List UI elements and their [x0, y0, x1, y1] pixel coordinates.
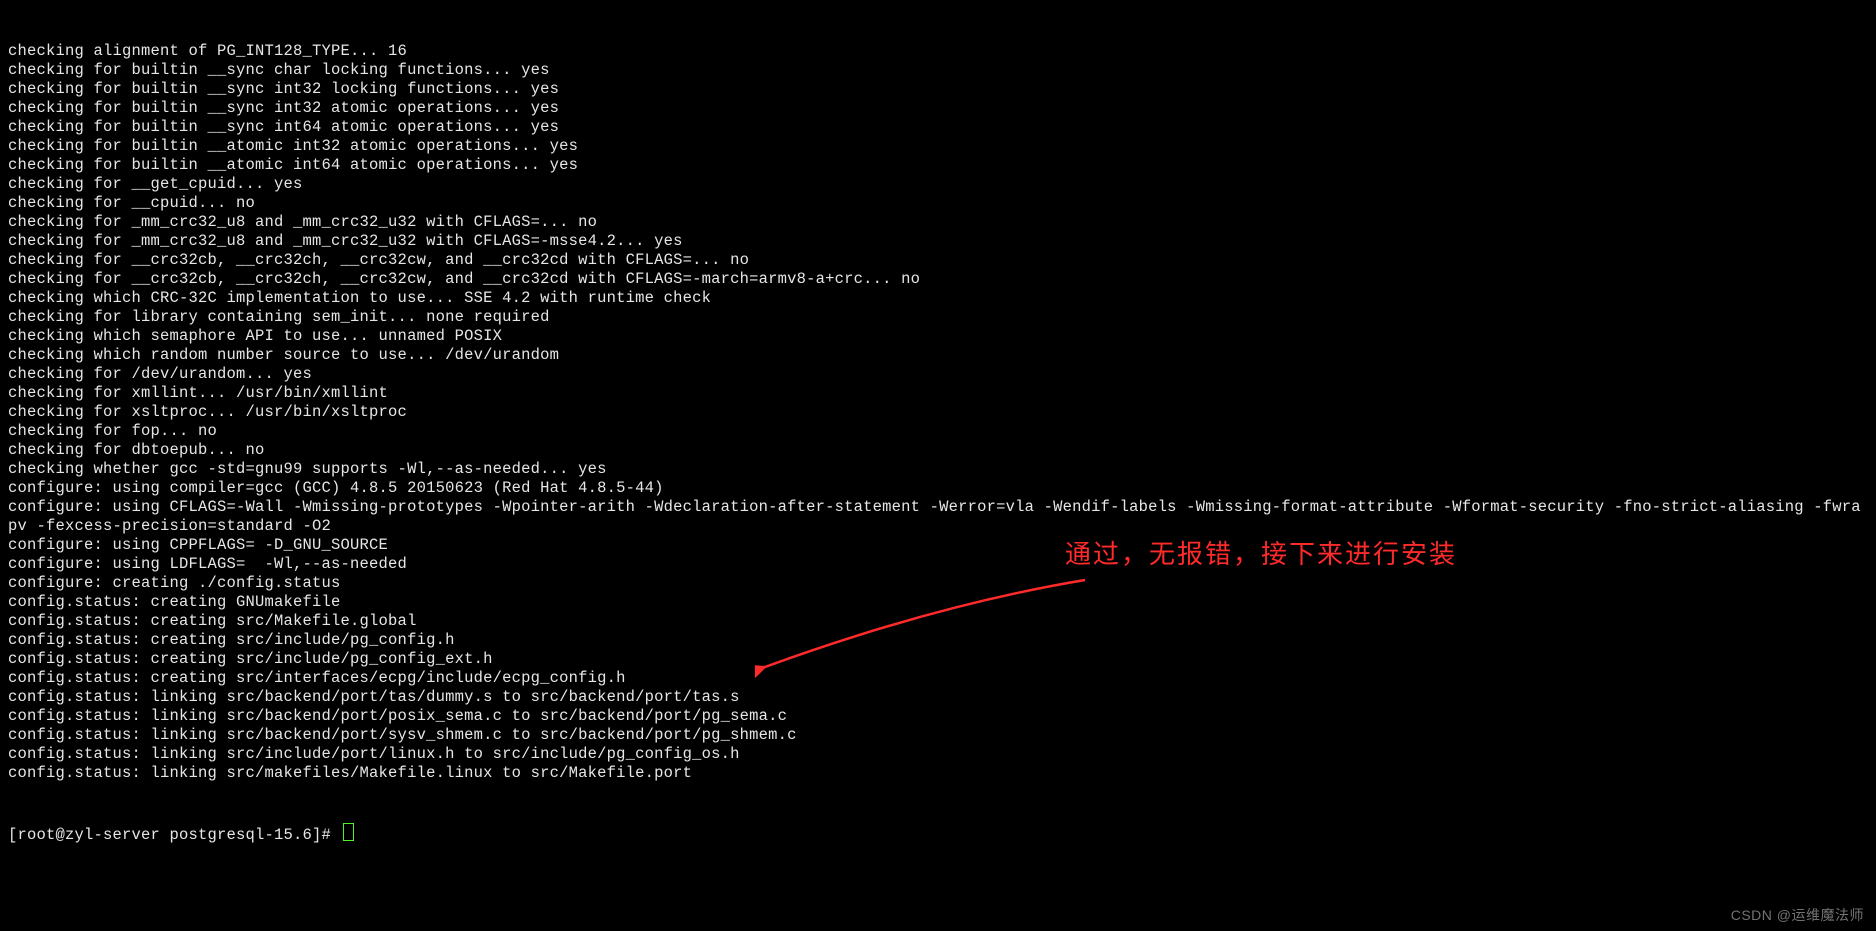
terminal-line: configure: using compiler=gcc (GCC) 4.8.… [8, 479, 1868, 498]
shell-prompt: [root@zyl-server postgresql-15.6]# [8, 826, 341, 845]
watermark-text: CSDN @运维魔法师 [1731, 906, 1864, 925]
terminal-line: checking for __crc32cb, __crc32ch, __crc… [8, 251, 1868, 270]
terminal-line: checking for _mm_crc32_u8 and _mm_crc32_… [8, 232, 1868, 251]
terminal-line: checking for __get_cpuid... yes [8, 175, 1868, 194]
terminal-line: checking for builtin __atomic int32 atom… [8, 137, 1868, 156]
terminal-line: config.status: linking src/backend/port/… [8, 688, 1868, 707]
terminal-line: checking alignment of PG_INT128_TYPE... … [8, 42, 1868, 61]
terminal-line: checking for builtin __sync char locking… [8, 61, 1868, 80]
cursor-icon [343, 823, 354, 841]
terminal-line: configure: using CFLAGS=-Wall -Wmissing-… [8, 498, 1868, 536]
annotation-text: 通过，无报错，接下来进行安装 [1065, 545, 1457, 564]
terminal-line: checking for xmllint... /usr/bin/xmllint [8, 384, 1868, 403]
terminal-output[interactable]: checking alignment of PG_INT128_TYPE... … [0, 0, 1876, 931]
terminal-line: checking for builtin __sync int64 atomic… [8, 118, 1868, 137]
terminal-line: checking for builtin __sync int32 lockin… [8, 80, 1868, 99]
terminal-line: checking whether gcc -std=gnu99 supports… [8, 460, 1868, 479]
terminal-line: config.status: creating src/include/pg_c… [8, 650, 1868, 669]
terminal-line: checking for builtin __sync int32 atomic… [8, 99, 1868, 118]
terminal-line: config.status: linking src/backend/port/… [8, 707, 1868, 726]
terminal-line: checking for _mm_crc32_u8 and _mm_crc32_… [8, 213, 1868, 232]
terminal-line: checking for library containing sem_init… [8, 308, 1868, 327]
terminal-line: config.status: linking src/backend/port/… [8, 726, 1868, 745]
terminal-line: config.status: linking src/makefiles/Mak… [8, 764, 1868, 783]
terminal-line: configure: using LDFLAGS= -Wl,--as-neede… [8, 555, 1868, 574]
terminal-line: checking which CRC-32C implementation to… [8, 289, 1868, 308]
terminal-line: checking for fop... no [8, 422, 1868, 441]
terminal-line: config.status: creating src/interfaces/e… [8, 669, 1868, 688]
terminal-line: checking for __cpuid... no [8, 194, 1868, 213]
terminal-line: checking for dbtoepub... no [8, 441, 1868, 460]
terminal-line: checking for builtin __atomic int64 atom… [8, 156, 1868, 175]
terminal-line: checking which semaphore API to use... u… [8, 327, 1868, 346]
terminal-line: checking for /dev/urandom... yes [8, 365, 1868, 384]
terminal-line: config.status: creating src/Makefile.glo… [8, 612, 1868, 631]
terminal-line: config.status: creating src/include/pg_c… [8, 631, 1868, 650]
terminal-line: configure: using CPPFLAGS= -D_GNU_SOURCE [8, 536, 1868, 555]
terminal-line: checking for __crc32cb, __crc32ch, __crc… [8, 270, 1868, 289]
terminal-line: config.status: linking src/include/port/… [8, 745, 1868, 764]
terminal-line: configure: creating ./config.status [8, 574, 1868, 593]
terminal-line: checking which random number source to u… [8, 346, 1868, 365]
terminal-line: config.status: creating GNUmakefile [8, 593, 1868, 612]
terminal-line: checking for xsltproc... /usr/bin/xsltpr… [8, 403, 1868, 422]
